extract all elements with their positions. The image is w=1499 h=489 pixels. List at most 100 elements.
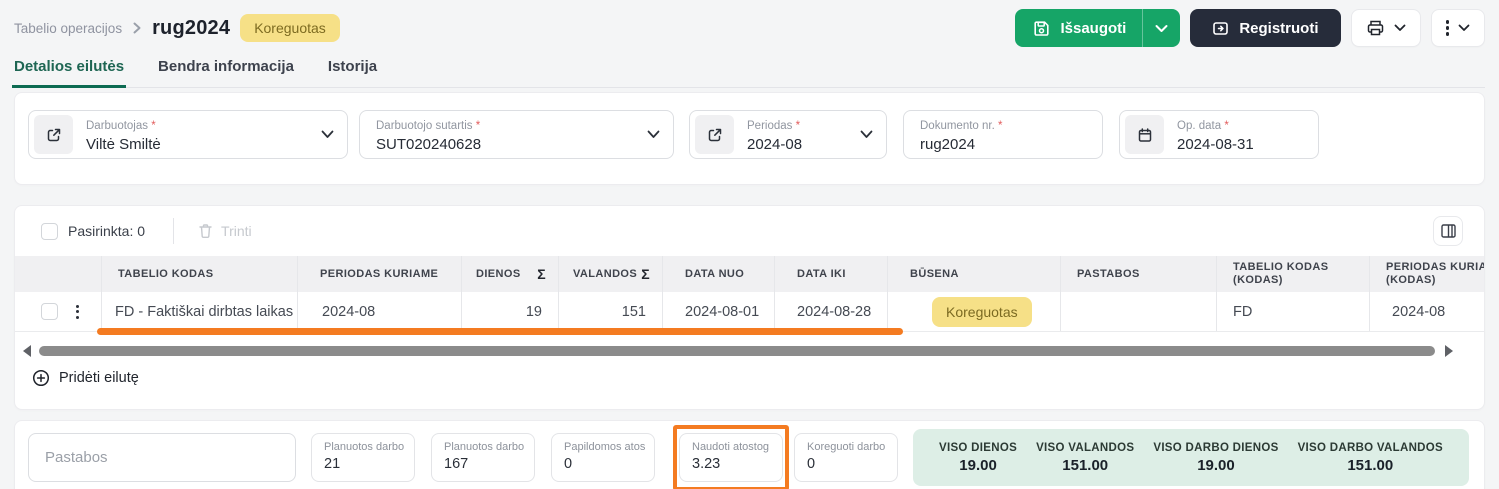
- op-data-field[interactable]: Op. data * 2024-08-31: [1119, 110, 1319, 159]
- cell-data-nuo: 2024-08-01: [662, 292, 774, 331]
- delete-button[interactable]: Trinti: [198, 223, 252, 239]
- col-header-data-nuo[interactable]: DATA NUO: [662, 256, 774, 292]
- topbar: Tabelio operacijos rug2024 Koreguotas Iš…: [14, 9, 1485, 47]
- header-select-column: [15, 256, 101, 292]
- col-header-tabelio-kodas[interactable]: TABELIO KODAS: [101, 256, 297, 292]
- sigma-icon: Σ: [537, 266, 546, 282]
- selected-count-label: Pasirinkta: 0: [68, 223, 145, 239]
- summary-card: Planuotos darbo 21 Planuotos darbo 167 P…: [14, 420, 1485, 489]
- dokumento-nr-value: rug2024: [920, 136, 1102, 153]
- page-title: rug2024: [152, 17, 230, 40]
- periodas-field[interactable]: Periodas * 2024-08: [689, 110, 887, 159]
- field-label: Dokumento nr. *: [920, 120, 1002, 132]
- column-settings-button[interactable]: [1433, 216, 1463, 246]
- totals-panel: VISO DIENOS 19.00 VISO VALANDOS 151.00 V…: [913, 429, 1469, 486]
- chevron-right-icon: [132, 22, 142, 34]
- tab-bendra-informacija[interactable]: Bendra informacija: [156, 54, 296, 87]
- col-header-dienos[interactable]: DIENOSΣ: [461, 256, 558, 292]
- select-all-checkbox[interactable]: [41, 223, 58, 240]
- total-viso-darbo-dienos: VISO DARBO DIENOS 19.00: [1153, 442, 1278, 474]
- external-link-icon[interactable]: [695, 115, 734, 154]
- field-label: Op. data *: [1177, 120, 1229, 132]
- row-menu-icon[interactable]: [72, 301, 83, 323]
- row-checkbox[interactable]: [41, 303, 58, 320]
- col-header-periodas-kuriame-kodas[interactable]: PERIODAS KURIAME(KODAS): [1369, 256, 1485, 292]
- darbuotojas-field[interactable]: Darbuotojas * Viltė Smiltė: [28, 110, 348, 159]
- cell-periodas-kuriame-kodas: 2024-08: [1369, 292, 1485, 331]
- breadcrumb: Tabelio operacijos rug2024 Koreguotas: [14, 14, 340, 42]
- col-header-data-iki[interactable]: DATA IKI: [774, 256, 887, 292]
- register-icon: [1212, 20, 1229, 37]
- more-actions-button[interactable]: [1431, 9, 1486, 47]
- save-icon: [1033, 20, 1050, 37]
- table-toolbar: Pasirinkta: 0 Trinti: [15, 206, 1484, 256]
- darbuotojo-sutartis-field[interactable]: Darbuotojo sutartis * SUT020240628: [359, 110, 674, 159]
- field-label: Darbuotojas *: [86, 120, 156, 132]
- col-header-periodas-kuriame[interactable]: PERIODAS KURIAME: [297, 256, 461, 292]
- trash-icon: [198, 223, 213, 239]
- scroll-right-arrow[interactable]: [1445, 345, 1453, 357]
- total-viso-dienos: VISO DIENOS 19.00: [939, 442, 1017, 474]
- col-header-valandos[interactable]: VALANDOSΣ: [558, 256, 662, 292]
- table-row[interactable]: FD - Faktiškai dirbtas laikas 2024-08 19…: [15, 292, 1484, 332]
- save-dropdown-toggle[interactable]: [1143, 24, 1180, 33]
- field-label: Periodas *: [747, 120, 800, 132]
- stat-planuotos-darbo-dienos[interactable]: Planuotos darbo 21: [311, 433, 415, 482]
- add-row-button[interactable]: Pridėti eilutę: [32, 369, 139, 387]
- dokumento-nr-field[interactable]: Dokumento nr. * rug2024: [903, 110, 1103, 159]
- scrollbar-thumb[interactable]: [39, 346, 1435, 356]
- row-status-badge: Koreguotas: [932, 297, 1032, 327]
- header-actions: Išsaugoti Registruoti: [1015, 9, 1485, 47]
- plus-circle-icon: [32, 369, 50, 387]
- register-button-label: Registruoti: [1239, 20, 1318, 37]
- col-header-busena[interactable]: BŪSENA: [887, 256, 1060, 292]
- periodas-value: 2024-08: [747, 136, 860, 153]
- kebab-icon: [1446, 20, 1450, 36]
- add-row-label: Pridėti eilutę: [59, 370, 139, 386]
- table-header-row: TABELIO KODAS PERIODAS KURIAME DIENOSΣ V…: [15, 256, 1484, 292]
- save-button-label: Išsaugoti: [1060, 20, 1126, 37]
- scroll-left-arrow[interactable]: [23, 345, 31, 357]
- darbuotojas-value: Viltė Smiltė: [86, 136, 321, 153]
- stat-koreguoti-darbo[interactable]: Koreguoti darbo 0: [794, 433, 898, 482]
- chevron-down-icon: [1394, 24, 1406, 32]
- op-data-value: 2024-08-31: [1177, 136, 1318, 153]
- status-badge: Koreguotas: [240, 14, 340, 42]
- total-viso-valandos: VISO VALANDOS 151.00: [1036, 442, 1134, 474]
- cell-pastabos: [1060, 292, 1216, 331]
- delete-button-label: Trinti: [221, 223, 252, 239]
- chevron-down-icon[interactable]: [860, 130, 886, 139]
- sigma-icon: Σ: [641, 266, 650, 282]
- external-link-icon[interactable]: [34, 115, 73, 154]
- chevron-down-icon[interactable]: [321, 130, 347, 139]
- print-dropdown-button[interactable]: [1351, 9, 1421, 47]
- cell-tabelio-kodas: FD - Faktiškai dirbtas laikas: [101, 292, 297, 331]
- breadcrumb-parent-link[interactable]: Tabelio operacijos: [14, 21, 122, 36]
- toolbar-divider: [173, 218, 174, 244]
- total-viso-darbo-valandos: VISO DARBO VALANDOS 151.00: [1298, 442, 1443, 474]
- horizontal-scrollbar: [15, 345, 1484, 357]
- cell-tabelio-kodas-kodas: FD: [1216, 292, 1369, 331]
- cell-periodas-kuriame: 2024-08: [297, 292, 461, 331]
- calendar-icon[interactable]: [1125, 115, 1164, 154]
- printer-icon: [1366, 19, 1385, 37]
- chevron-down-icon[interactable]: [647, 130, 673, 139]
- col-header-tabelio-kodas-kodas[interactable]: TABELIO KODAS(KODAS): [1216, 256, 1369, 292]
- register-button[interactable]: Registruoti: [1190, 9, 1340, 47]
- stat-planuotos-darbo-valandos[interactable]: Planuotos darbo 167: [431, 433, 535, 482]
- tab-bar: Detalios eilutės Bendra informacija Isto…: [12, 54, 1485, 88]
- cell-data-iki: 2024-08-28: [774, 292, 887, 331]
- cell-dienos: 19: [461, 292, 558, 331]
- field-label: Darbuotojo sutartis *: [376, 120, 480, 132]
- notes-input[interactable]: [28, 433, 296, 482]
- detail-lines-card: Pasirinkta: 0 Trinti TABELIO KODAS PERIO…: [14, 205, 1485, 410]
- sutartis-value: SUT020240628: [376, 136, 647, 153]
- chevron-down-icon: [1458, 24, 1470, 32]
- tab-detalios-eilutes[interactable]: Detalios eilutės: [12, 54, 126, 88]
- stat-papildomos-atostogos[interactable]: Papildomos atos 0: [551, 433, 655, 482]
- cell-valandos: 151: [558, 292, 662, 331]
- save-button[interactable]: Išsaugoti: [1015, 9, 1180, 47]
- stat-naudoti-atostogu[interactable]: Naudoti atostog 3.23: [679, 433, 783, 482]
- col-header-pastabos[interactable]: PASTABOS: [1060, 256, 1216, 292]
- tab-istorija[interactable]: Istorija: [326, 54, 379, 87]
